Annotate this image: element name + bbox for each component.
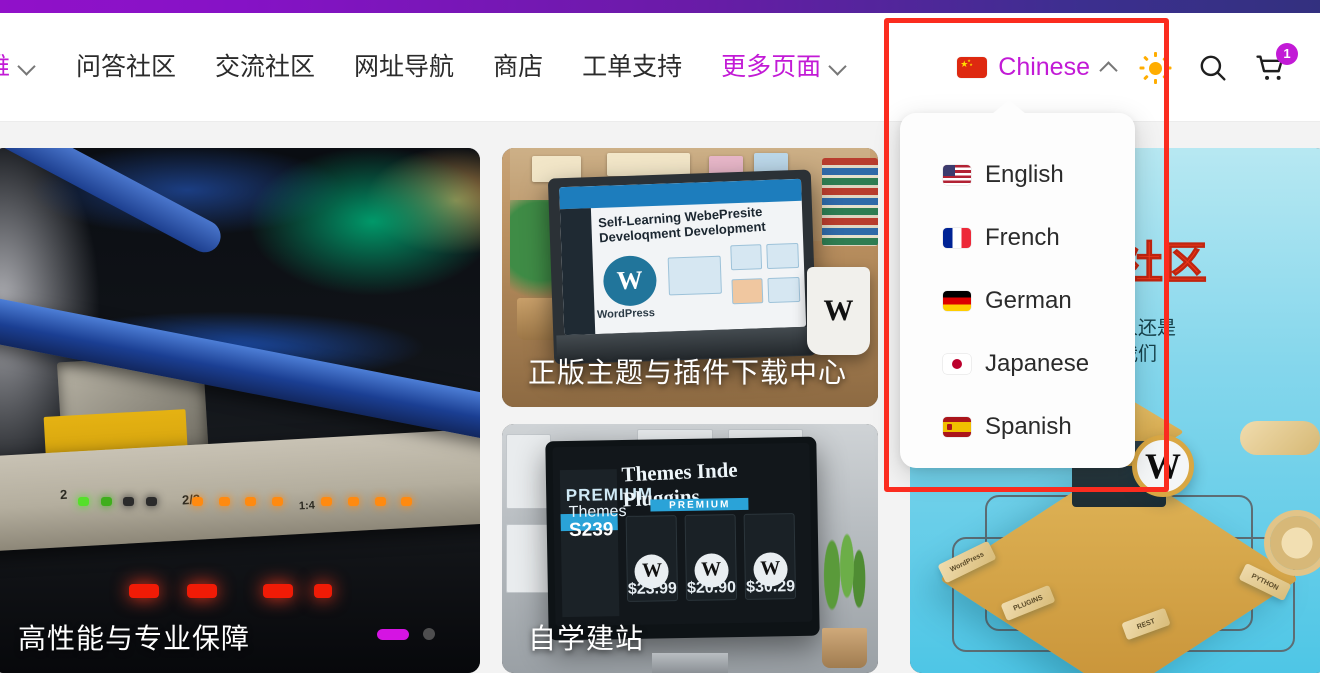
chevron-down-icon (19, 58, 34, 73)
language-option-label: French (985, 223, 1060, 251)
nav-item-operations[interactable]: 运维 (0, 55, 34, 80)
hero-card-performance[interactable]: 2 2/2 1:4 (0, 148, 480, 673)
nav-item-list: 运维 问答社区 交流社区 网址导航 商店 工单支持 (0, 55, 845, 80)
carousel-dot-active[interactable] (377, 628, 409, 640)
search-button[interactable] (1184, 39, 1242, 97)
main-navigation: 运维 问答社区 交流社区 网址导航 商店 工单支持 (0, 13, 1320, 122)
top-accent-bar (0, 0, 1320, 13)
language-option-english[interactable]: English (900, 143, 1135, 206)
nav-item-label: 网址导航 (354, 53, 455, 81)
nav-item-ticket-support[interactable]: 工单支持 (582, 55, 682, 80)
gear-shape-icon (1269, 515, 1320, 570)
cart-count-badge: 1 (1276, 42, 1298, 65)
nav-item-label: 工单支持 (582, 53, 683, 81)
language-option-label: English (985, 160, 1064, 188)
product-price: $30.29 (746, 578, 796, 597)
cart-button[interactable]: 1 (1242, 39, 1300, 97)
language-option-french[interactable]: French (900, 206, 1135, 269)
card-themes-plugins[interactable]: Self-Learning WebePresite Develoqment De… (502, 148, 878, 407)
nav-item-more-pages[interactable]: 更多页面 (721, 55, 845, 80)
nav-item-site-directory[interactable]: 网址导航 (354, 55, 454, 80)
language-current-label: Chinese (998, 53, 1090, 81)
wordpress-mug-logo-icon: W (806, 267, 871, 356)
flag-japan-icon (943, 353, 971, 374)
nav-item-label: 交流社区 (215, 53, 316, 81)
flag-usa-icon (943, 164, 971, 185)
chevron-down-icon (830, 58, 845, 73)
carousel-dot[interactable] (423, 628, 435, 640)
language-option-label: Spanish (985, 412, 1072, 440)
language-switcher-button[interactable]: ★ ★ ★ Chinese (947, 53, 1126, 82)
card-caption: 正版主题与插件下载中心 (528, 357, 848, 388)
port-label: 2 (59, 486, 68, 502)
nav-item-qa-community[interactable]: 问答社区 (76, 55, 176, 80)
language-option-label: Japanese (985, 349, 1090, 377)
carousel-indicator (377, 628, 435, 640)
nav-item-store[interactable]: 商店 (493, 55, 543, 80)
laptop-screen-headline: Self-Learning WebePresite Develoqment De… (597, 203, 767, 245)
nav-item-label: 更多页面 (721, 53, 822, 81)
card-self-build[interactable]: PREMIUM Themes S239 Themes Inde Pluggins… (502, 424, 878, 673)
sidebar-price: S239 (568, 519, 614, 542)
search-icon (1200, 55, 1226, 81)
card-caption: 自学建站 (528, 623, 645, 654)
flag-france-icon (943, 227, 971, 248)
nav-item-exchange-community[interactable]: 交流社区 (215, 55, 315, 80)
cloud-shape-icon (1239, 421, 1320, 455)
product-price: $23.99 (627, 580, 678, 599)
page-root: 运维 问答社区 交流社区 网址导航 商店 工单支持 (0, 0, 1320, 673)
theme-toggle-button[interactable] (1126, 39, 1184, 97)
sun-icon (1138, 51, 1172, 85)
laptop-screen-brand: WordPress (596, 306, 655, 321)
language-option-label: German (985, 286, 1072, 314)
wordpress-logo-icon: W (1132, 434, 1194, 497)
language-dropdown-menu: English French German Japanese Spanish (900, 100, 1135, 468)
language-option-japanese[interactable]: Japanese (900, 332, 1135, 395)
flag-spain-icon (943, 416, 971, 437)
imac-screen-ribbon: PREMIUM (650, 497, 749, 512)
card-caption: 高性能与专业保障 (18, 623, 251, 654)
product-price: $20.90 (686, 579, 737, 598)
nav-item-label: 运维 (0, 55, 10, 80)
wordpress-logo-icon: W (602, 254, 658, 307)
site-header: 运维 问答社区 交流社区 网址导航 商店 工单支持 (0, 13, 1320, 122)
nav-item-label: 问答社区 (76, 53, 177, 81)
language-option-german[interactable]: German (900, 269, 1135, 332)
flag-china-icon: ★ ★ ★ (957, 57, 988, 78)
language-option-spanish[interactable]: Spanish (900, 395, 1135, 458)
network-switch-image: 2 2/2 1:4 (0, 148, 480, 673)
nav-item-label: 商店 (493, 53, 544, 81)
chevron-up-icon (1101, 58, 1116, 73)
flag-germany-icon (943, 290, 971, 311)
